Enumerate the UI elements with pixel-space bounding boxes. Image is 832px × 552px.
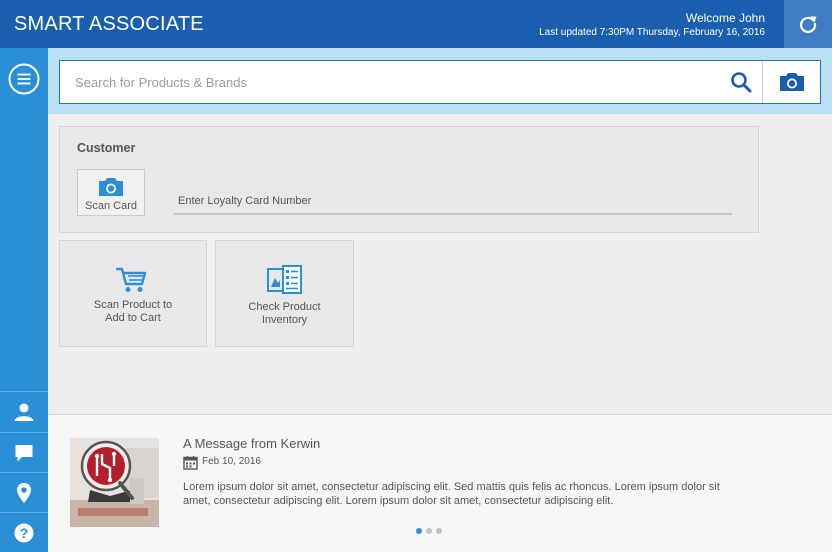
search-bar-area xyxy=(48,48,832,114)
pager-dot[interactable] xyxy=(436,528,442,534)
help-icon: ? xyxy=(14,523,34,542)
app-header: SMART ASSOCIATE Welcome John Last update… xyxy=(0,0,832,48)
message-body: Lorem ipsum dolor sit amet, consectetur … xyxy=(183,481,720,507)
search-button[interactable] xyxy=(720,61,762,103)
search-icon xyxy=(731,72,752,93)
carousel-pager xyxy=(416,528,442,534)
pager-dot[interactable] xyxy=(416,528,422,534)
location-icon xyxy=(17,482,31,503)
welcome-text: Welcome John xyxy=(685,11,765,25)
refresh-button[interactable] xyxy=(784,0,832,48)
user-icon xyxy=(14,403,34,421)
check-inventory-label-line2: Inventory xyxy=(261,314,308,326)
scan-product-label-line1: Scan Product to xyxy=(93,299,173,311)
camera-icon xyxy=(779,73,804,91)
search-box xyxy=(59,60,821,104)
scan-product-label-line2: Add to Cart xyxy=(105,312,161,324)
message-date: Feb 10, 2016 xyxy=(202,456,261,467)
app-title: SMART ASSOCIATE xyxy=(14,13,204,35)
calendar-icon xyxy=(183,456,198,470)
sidebar: ? xyxy=(0,48,48,552)
check-inventory-label-line1: Check Product xyxy=(248,301,321,313)
sidebar-item-profile[interactable] xyxy=(0,391,48,431)
menu-button[interactable] xyxy=(8,63,40,95)
message-title: A Message from Kerwin xyxy=(183,436,321,451)
menu-icon xyxy=(8,63,40,95)
message-image xyxy=(70,438,159,527)
scan-card-label: Scan Card xyxy=(85,200,137,212)
last-updated-text: Last updated 7:30PM Thursday, February 1… xyxy=(539,27,765,38)
scan-card-button[interactable]: Scan Card xyxy=(77,169,145,216)
refresh-icon xyxy=(799,16,817,33)
scan-product-tile[interactable]: Scan Product to Add to Cart xyxy=(59,240,207,347)
customer-panel: Customer Scan Card xyxy=(59,126,759,233)
search-input[interactable] xyxy=(60,61,720,103)
camera-icon xyxy=(99,178,123,196)
camera-search-button[interactable] xyxy=(762,61,820,103)
message-section: A Message from Kerwin Feb 10, 2016 Lorem… xyxy=(48,414,832,552)
inventory-icon xyxy=(267,265,302,294)
customer-title: Customer xyxy=(77,141,136,155)
sidebar-item-help[interactable]: ? xyxy=(0,512,48,552)
loyalty-card-input[interactable] xyxy=(174,189,732,215)
sidebar-item-messages[interactable] xyxy=(0,432,48,472)
chat-icon xyxy=(15,444,33,461)
pager-dot[interactable] xyxy=(426,528,432,534)
check-inventory-tile[interactable]: Check Product Inventory xyxy=(215,240,354,347)
svg-text:?: ? xyxy=(20,525,29,541)
cart-icon xyxy=(116,267,147,292)
sidebar-item-locations[interactable] xyxy=(0,472,48,512)
